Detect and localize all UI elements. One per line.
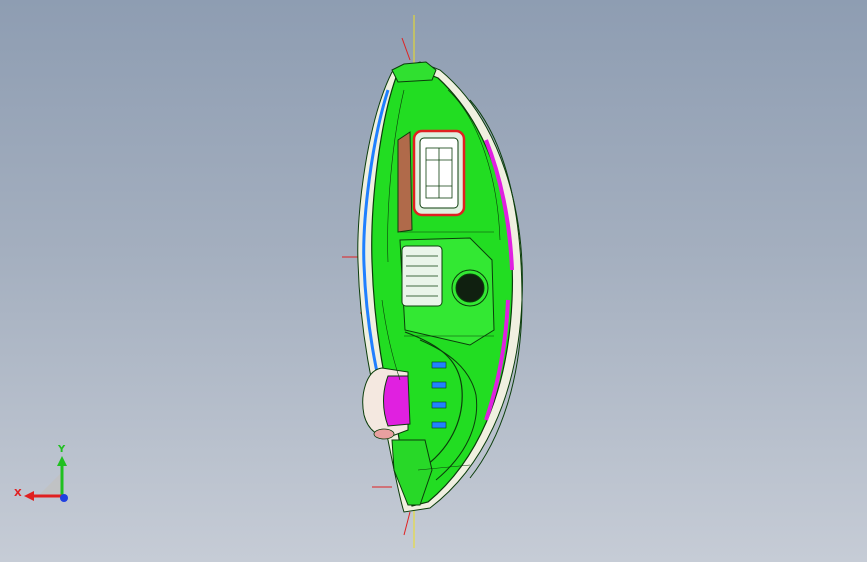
axis-triad: Y X bbox=[10, 438, 80, 510]
left-pod bbox=[383, 375, 411, 427]
graphics-viewport[interactable]: Y X bbox=[0, 0, 867, 562]
triad-z-axis-icon bbox=[60, 494, 68, 502]
round-port bbox=[455, 273, 485, 303]
triad-plane bbox=[38, 472, 62, 496]
top-cap bbox=[391, 61, 437, 83]
triad-y-label: Y bbox=[57, 444, 66, 455]
triad-y-arrow-icon bbox=[57, 456, 67, 466]
pod-base bbox=[373, 428, 395, 440]
cad-model[interactable] bbox=[0, 0, 867, 562]
triad-x-arrow-icon bbox=[24, 491, 34, 501]
inner-brown-panel bbox=[397, 131, 413, 233]
triad-x-label: X bbox=[14, 488, 22, 499]
